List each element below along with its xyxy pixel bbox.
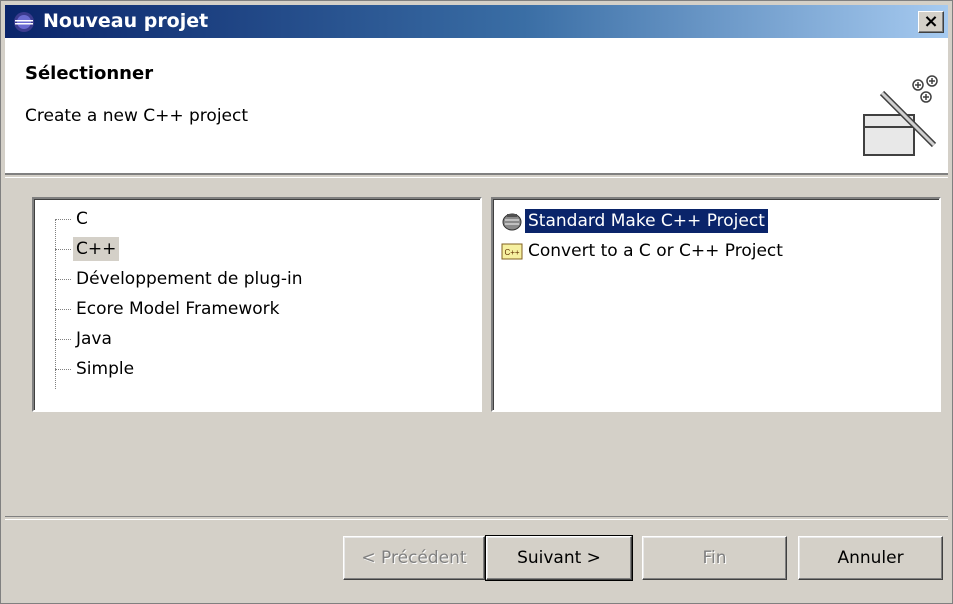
close-icon: × [923,11,939,32]
tree-item-java[interactable]: Java [55,324,115,354]
dialog-window: Nouveau projet × Sélectionner Create a n… [0,0,953,604]
tree-item-label: Développement de plug-in [76,269,303,289]
header-separator [5,174,948,178]
wizard-header: Sélectionner Create a new C++ project [5,38,948,174]
make-project-icon [502,213,522,231]
wizard-list[interactable]: Standard Make C++ Project C++ Convert to… [491,197,941,412]
page-title: Sélectionner [25,63,154,84]
window-title: Nouveau projet [43,10,209,32]
tree-item-plugin-development[interactable]: Développement de plug-in [55,264,305,294]
footer-separator [5,516,948,520]
list-item-standard-make-cpp-project[interactable]: Standard Make C++ Project [501,207,768,235]
tree-item-simple[interactable]: Simple [55,354,137,384]
eclipse-icon [14,12,34,32]
tree-item-c[interactable]: C [55,204,91,234]
next-button[interactable]: Suivant > [485,535,633,581]
tree-item-cpp[interactable]: C++ [55,234,120,264]
page-description: Create a new C++ project [25,106,249,126]
tree-item-label: Ecore Model Framework [76,299,280,319]
tree-item-label: C [76,209,88,229]
tree-item-label: Java [76,329,112,349]
close-button[interactable]: × [918,11,944,33]
new-project-wizard-icon [863,75,938,156]
tree-item-ecore-model-framework[interactable]: Ecore Model Framework [55,294,283,324]
list-item-label: Standard Make C++ Project [525,209,768,233]
cpp-convert-icon: C++ [501,243,523,260]
tree-item-label: C++ [73,237,120,261]
list-item-label: Convert to a C or C++ Project [528,241,783,261]
list-item-convert-to-c-cpp-project[interactable]: C++ Convert to a C or C++ Project [501,237,786,265]
project-category-tree[interactable]: C C++ Développement de plug-in Ecore Mod… [32,197,482,412]
title-bar[interactable]: Nouveau projet × [5,5,948,38]
finish-button[interactable]: Fin [642,536,787,580]
tree-item-label: Simple [76,359,135,379]
cancel-button[interactable]: Annuler [798,536,943,580]
svg-text:C++: C++ [504,248,519,257]
previous-button[interactable]: < Précédent [343,536,485,580]
